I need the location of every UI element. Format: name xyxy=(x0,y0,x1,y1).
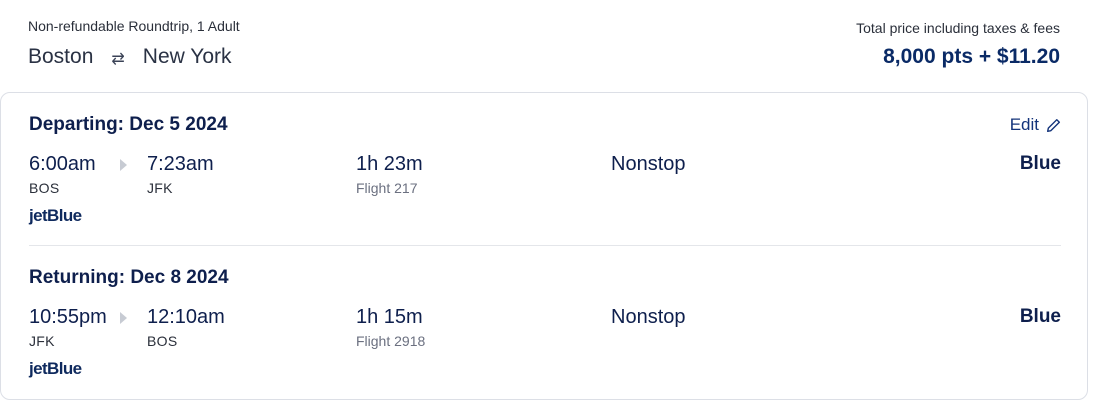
route: Boston ⇄ New York xyxy=(28,45,232,69)
swap-arrows-icon: ⇄ xyxy=(111,51,125,68)
edit-button[interactable]: Edit xyxy=(1010,115,1061,135)
segment-title: Returning: Dec 8 2024 xyxy=(29,267,229,288)
cabin-class: Blue xyxy=(1019,153,1061,174)
itinerary-card: Departing: Dec 5 2024 Edit 6:00am BOS 7:… xyxy=(0,92,1088,400)
arrive-time: 7:23am xyxy=(147,153,214,175)
depart-airport-code: JFK xyxy=(29,333,55,349)
segment-title: Departing: Dec 5 2024 xyxy=(29,114,228,135)
total-price-label: Total price including taxes & fees xyxy=(856,20,1060,36)
fare-type-label: Non-refundable Roundtrip, 1 Adult xyxy=(28,18,240,34)
flight-duration: 1h 15m xyxy=(356,306,423,328)
returning-segment: Returning: Dec 8 2024 10:55pm JFK 12:10a… xyxy=(1,246,1089,401)
arrow-right-icon xyxy=(120,312,127,324)
edit-label: Edit xyxy=(1009,115,1039,134)
flight-number: Flight 217 xyxy=(356,180,418,196)
trip-summary-header: Non-refundable Roundtrip, 1 Adult Boston… xyxy=(0,0,1094,92)
arrive-airport-code: JFK xyxy=(147,180,173,196)
total-price: 8,000 pts + $11.20 xyxy=(883,45,1060,68)
flight-duration: 1h 23m xyxy=(356,153,423,175)
arrow-right-icon xyxy=(120,159,127,171)
cabin-class: Blue xyxy=(1019,306,1061,327)
stops-label: Nonstop xyxy=(611,306,686,328)
arrive-airport-code: BOS xyxy=(147,333,178,349)
airline-logo: jetBlue xyxy=(29,359,82,378)
origin-city: Boston xyxy=(28,45,94,68)
flight-number: Flight 2918 xyxy=(356,333,426,349)
stops-label: Nonstop xyxy=(611,153,686,175)
destination-city: New York xyxy=(142,45,232,68)
depart-time: 6:00am xyxy=(29,153,96,175)
depart-time: 10:55pm xyxy=(29,306,107,328)
depart-airport-code: BOS xyxy=(29,180,60,196)
airline-logo: jetBlue xyxy=(29,206,82,225)
arrive-time: 12:10am xyxy=(147,306,225,328)
pencil-icon xyxy=(1046,118,1061,132)
departing-segment: Departing: Dec 5 2024 Edit 6:00am BOS 7:… xyxy=(1,93,1089,246)
